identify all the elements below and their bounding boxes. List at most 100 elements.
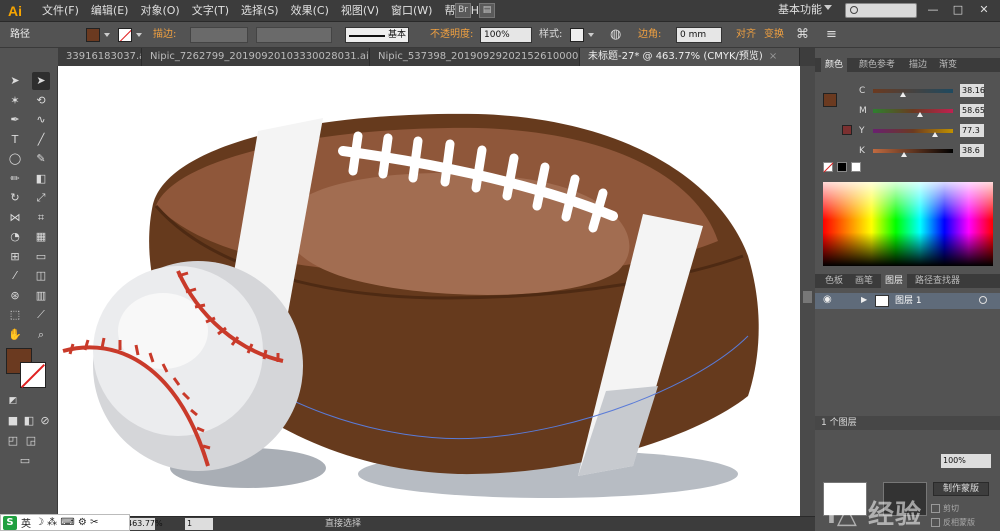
status-text[interactable]: 直接选择 — [325, 517, 361, 531]
pencil-tool-icon[interactable]: ✏ — [6, 170, 24, 188]
column-graph-tool-icon[interactable]: ▥ — [32, 287, 50, 305]
menu-item[interactable]: 文件(F) — [36, 0, 85, 22]
stroke-color-swatch[interactable] — [118, 28, 132, 42]
direct-selection-tool-icon[interactable]: ➤ — [32, 72, 50, 90]
slider-thumb[interactable] — [901, 152, 908, 157]
invert-mask-checkbox[interactable] — [931, 518, 940, 527]
type-tool-icon[interactable]: T — [6, 131, 24, 149]
fill-color-swatch[interactable] — [86, 28, 100, 42]
scrollbar-thumb[interactable] — [803, 291, 812, 303]
chevron-down-icon[interactable] — [588, 33, 594, 37]
menu-item[interactable]: 对象(O) — [134, 0, 185, 22]
close-button[interactable]: ✕ — [976, 3, 992, 17]
panel-tab[interactable]: 色板 — [821, 274, 847, 288]
menu-item[interactable]: 窗口(W) — [385, 0, 438, 22]
expand-triangle-icon[interactable]: ▶ — [861, 295, 867, 304]
document-tab[interactable]: Nipic_537398_20190929202152610000.ai*× — [370, 48, 580, 66]
menu-item[interactable]: 视图(V) — [335, 0, 385, 22]
artboard-number-field[interactable]: 1 — [185, 518, 213, 530]
blend-tool-icon[interactable]: ◫ — [32, 267, 50, 285]
color-panel-stroke-swatch[interactable] — [842, 125, 852, 135]
panel-tab[interactable]: 颜色 — [821, 58, 848, 72]
slice-tool-icon[interactable]: ⟋ — [32, 306, 50, 324]
cmyk-slider[interactable] — [873, 109, 953, 113]
opacity-field[interactable]: 100% — [480, 27, 532, 43]
visibility-eye-icon[interactable]: ◉ — [823, 294, 832, 305]
panel-tab[interactable]: 颜色参考 — [855, 58, 899, 72]
magic-wand-tool-icon[interactable]: ✶ — [6, 92, 24, 110]
draw-normal-icon[interactable]: ◰ — [4, 432, 22, 450]
ime-logo[interactable]: S — [3, 515, 17, 530]
cmyk-slider[interactable] — [873, 149, 953, 153]
ime-language-toggle[interactable]: 英 — [21, 515, 31, 530]
panel-tab[interactable]: 描边 — [905, 58, 931, 72]
gradient-tool-icon[interactable]: ▭ — [32, 248, 50, 266]
document-tab[interactable]: 33916183037.ai*× — [58, 48, 142, 66]
zoom-tool-icon[interactable]: ⌕ — [32, 326, 50, 344]
hand-tool-icon[interactable]: ✋ — [6, 326, 24, 344]
scale-tool-icon[interactable]: ⤢ — [32, 189, 50, 207]
brush-definition-field[interactable]: 基本 — [345, 27, 409, 43]
opacity-label[interactable]: 不透明度: — [430, 22, 473, 48]
slider-thumb[interactable] — [900, 92, 907, 97]
artboard-tool-icon[interactable]: ⬚ — [6, 306, 24, 324]
arrange-documents-icon[interactable]: ▤ — [479, 3, 495, 18]
ellipse-tool-icon[interactable]: ◯ — [6, 150, 24, 168]
align-link[interactable]: 对齐 — [736, 22, 756, 48]
variable-width-profile[interactable] — [256, 27, 332, 43]
slider-thumb[interactable] — [931, 132, 938, 137]
curvature-tool-icon[interactable]: ∿ — [32, 111, 50, 129]
vertical-scrollbar[interactable] — [800, 66, 815, 516]
none-color-swatch[interactable] — [823, 162, 834, 173]
shape-builder-tool-icon[interactable]: ◔ — [6, 228, 24, 246]
document-tab[interactable]: 未标题-27* @ 463.77% (CMYK/预览) × — [580, 48, 800, 66]
search-input[interactable] — [845, 3, 917, 18]
cmyk-value-field[interactable]: 38.6 — [960, 144, 984, 157]
paintbrush-tool-icon[interactable]: ✎ — [32, 150, 50, 168]
workspace-switcher[interactable]: 基本功能 — [778, 0, 822, 20]
layer-row[interactable]: ◉ ▶ 图层 1 — [815, 293, 1000, 309]
selection-tool-icon[interactable]: ➤ — [6, 72, 24, 90]
lasso-tool-icon[interactable]: ⟲ — [32, 92, 50, 110]
mesh-tool-icon[interactable]: ⊞ — [6, 248, 24, 266]
screen-mode-icon[interactable]: ▭ — [16, 452, 34, 470]
make-mask-button[interactable]: 制作蒙版 — [933, 482, 989, 496]
chevron-down-icon[interactable] — [104, 33, 110, 37]
slider-thumb[interactable] — [917, 112, 924, 117]
panel-tab[interactable]: 图层 — [881, 274, 908, 288]
menu-item[interactable]: 文字(T) — [186, 0, 235, 22]
none-mode-icon[interactable]: ⊘ — [36, 412, 54, 430]
panel-tab[interactable]: 路径查找器 — [911, 274, 964, 288]
panel-tab[interactable]: 渐变 — [935, 58, 961, 72]
symbol-sprayer-tool-icon[interactable]: ⊛ — [6, 287, 24, 305]
document-tab[interactable]: Nipic_7262799_20190920103330028031.ai*× — [142, 48, 370, 66]
perspective-grid-tool-icon[interactable]: ▦ — [32, 228, 50, 246]
panel-menu-icon[interactable]: ≡ — [826, 22, 837, 48]
menu-item[interactable]: 选择(S) — [235, 0, 285, 22]
transparency-opacity-field[interactable]: 100% — [941, 454, 991, 468]
default-colors-icon[interactable]: ◩ — [4, 392, 22, 410]
width-tool-icon[interactable]: ⋈ — [6, 209, 24, 227]
menu-item[interactable]: 效果(C) — [285, 0, 335, 22]
chevron-down-icon[interactable] — [824, 5, 832, 10]
black-swatch[interactable] — [837, 162, 847, 172]
recolor-artwork-icon[interactable]: ◍ — [610, 22, 621, 48]
eyedropper-tool-icon[interactable]: ⁄ — [6, 267, 24, 285]
graphic-style-swatch[interactable] — [570, 28, 584, 42]
bridge-icon[interactable]: Br — [455, 3, 471, 18]
transform-link[interactable]: 变换 — [764, 22, 784, 48]
panel-tab[interactable]: 画笔 — [851, 274, 877, 288]
cmyk-value-field[interactable]: 58.65 — [960, 104, 985, 117]
color-spectrum[interactable] — [823, 182, 993, 266]
stroke-weight-field[interactable] — [190, 27, 248, 43]
eraser-tool-icon[interactable]: ◧ — [32, 170, 50, 188]
isolate-object-icon[interactable]: ⌘ — [796, 22, 809, 48]
stroke-color-box[interactable] — [20, 362, 46, 389]
minimize-button[interactable]: — — [925, 3, 941, 17]
ime-tool-icons[interactable]: ☽ ⁂ ⌨ ⚙ ✂ — [35, 517, 98, 528]
menu-item[interactable]: 编辑(E) — [85, 0, 135, 22]
chevron-down-icon[interactable] — [136, 33, 142, 37]
cmyk-slider[interactable] — [873, 89, 953, 93]
cmyk-value-field[interactable]: 38.16 — [960, 84, 985, 97]
rotate-tool-icon[interactable]: ↻ — [6, 189, 24, 207]
